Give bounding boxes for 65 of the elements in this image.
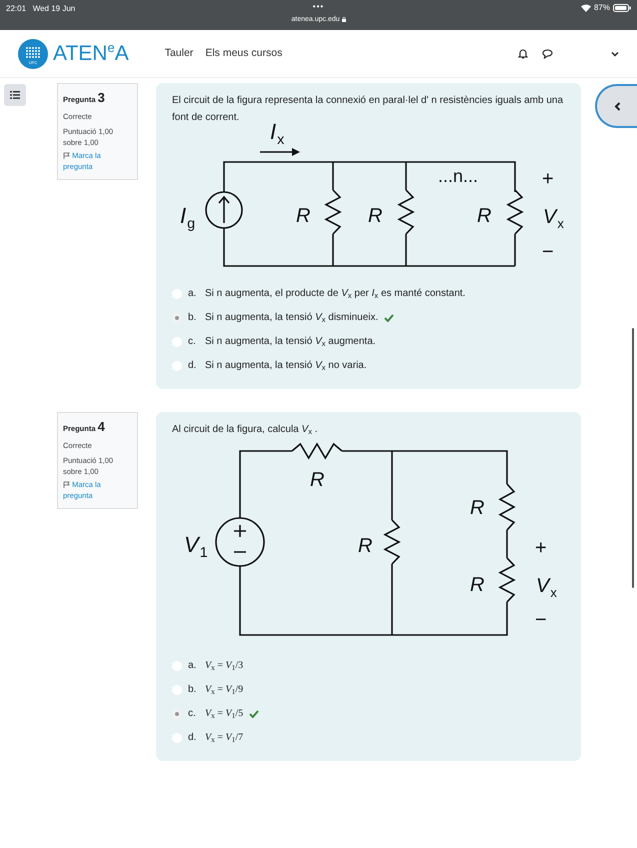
polarity-sign: + bbox=[542, 168, 554, 190]
caret-icon[interactable] bbox=[611, 50, 619, 56]
ellipsis-label: ...n... bbox=[438, 166, 478, 186]
resistor-label: R bbox=[470, 574, 484, 596]
lock-icon bbox=[342, 17, 346, 22]
polarity-sign: + bbox=[535, 537, 547, 559]
current-label: I$_{g}$ bbox=[180, 203, 196, 232]
option-letter: c. bbox=[188, 707, 197, 721]
option-text: Si n augmenta, la tensió V$_{x}$ no varia. bbox=[205, 359, 367, 373]
check-icon bbox=[249, 710, 260, 718]
option-letter: d. bbox=[188, 731, 198, 745]
resistor-label: R bbox=[310, 469, 324, 491]
option-letter: b. bbox=[188, 683, 198, 697]
option-text: Si n augmenta, la tensió V$_{x}$ disminueix. bbox=[205, 311, 378, 325]
option-text: Si n augmenta, la tensió V$_{x}$ augmenta. bbox=[205, 335, 376, 349]
option-letter: a. bbox=[188, 287, 198, 301]
date: Wed 19 Jun bbox=[32, 4, 76, 13]
polarity-sign: − bbox=[542, 241, 554, 263]
battery-percent: 87% bbox=[594, 2, 610, 14]
resistor-label: R bbox=[296, 205, 310, 227]
chat-icon[interactable] bbox=[542, 48, 553, 58]
battery-icon bbox=[613, 4, 631, 12]
option-text: V$_{x}$ = V$_{1}$/5 bbox=[205, 707, 244, 721]
tab-dots[interactable]: ••• bbox=[312, 3, 324, 11]
question-text: Al circuit de la figura, calcula V$_{x}$ . bbox=[172, 423, 318, 438]
polarity-sign: − bbox=[535, 609, 547, 631]
voltage-label: V$_{x}$ bbox=[536, 575, 557, 600]
option-letter: b. bbox=[188, 311, 198, 325]
resistor-label: R bbox=[358, 535, 372, 557]
option-text: Si n augmenta, el producte de V$_{x}$ per I$_{x}$ es manté constant. bbox=[205, 287, 466, 301]
clock: 22:01 bbox=[6, 4, 26, 13]
logo-text[interactable]: ATEN$^{e}$A bbox=[53, 38, 129, 70]
drawer-toggle[interactable] bbox=[595, 84, 637, 128]
menu-icon[interactable] bbox=[10, 91, 20, 99]
radio-button[interactable] bbox=[172, 708, 182, 718]
radio-button[interactable] bbox=[172, 336, 182, 346]
radio-button[interactable] bbox=[172, 660, 182, 670]
bell-icon[interactable] bbox=[518, 48, 528, 59]
nav-link[interactable]: Els meus cursos bbox=[205, 46, 282, 62]
option-text: V$_{x}$ = V$_{1}$/7 bbox=[205, 731, 244, 745]
radio-button[interactable] bbox=[172, 312, 182, 322]
option-text: V$_{x}$ = V$_{1}$/3 bbox=[205, 659, 244, 673]
check-icon bbox=[384, 314, 394, 322]
option-letter: d. bbox=[188, 359, 198, 373]
radio-button[interactable] bbox=[172, 288, 182, 298]
option-text: V$_{x}$ = V$_{1}$/9 bbox=[205, 683, 244, 697]
resistor-label: R bbox=[470, 497, 484, 519]
resistor-label: R bbox=[477, 205, 492, 227]
voltage-label: V$_{x}$ bbox=[543, 206, 564, 231]
question-number: 4 bbox=[98, 419, 105, 434]
radio-button[interactable] bbox=[172, 360, 182, 370]
resistor-label: R bbox=[368, 205, 382, 227]
current-arrow bbox=[260, 148, 300, 156]
option-letter: c. bbox=[188, 335, 197, 349]
chevron-left-icon[interactable] bbox=[614, 102, 620, 110]
menu-button[interactable] bbox=[4, 84, 26, 106]
flag-icon[interactable] bbox=[63, 481, 70, 488]
flag-icon[interactable] bbox=[63, 152, 70, 160]
radio-button[interactable] bbox=[172, 732, 182, 742]
wifi-icon bbox=[580, 4, 591, 12]
voltage-label: V$_{1}$ bbox=[184, 532, 208, 561]
question-number: 3 bbox=[98, 90, 105, 105]
nav-link[interactable]: Tauler bbox=[164, 46, 194, 62]
option-letter: a. bbox=[188, 659, 198, 673]
radio-button[interactable] bbox=[172, 684, 182, 694]
